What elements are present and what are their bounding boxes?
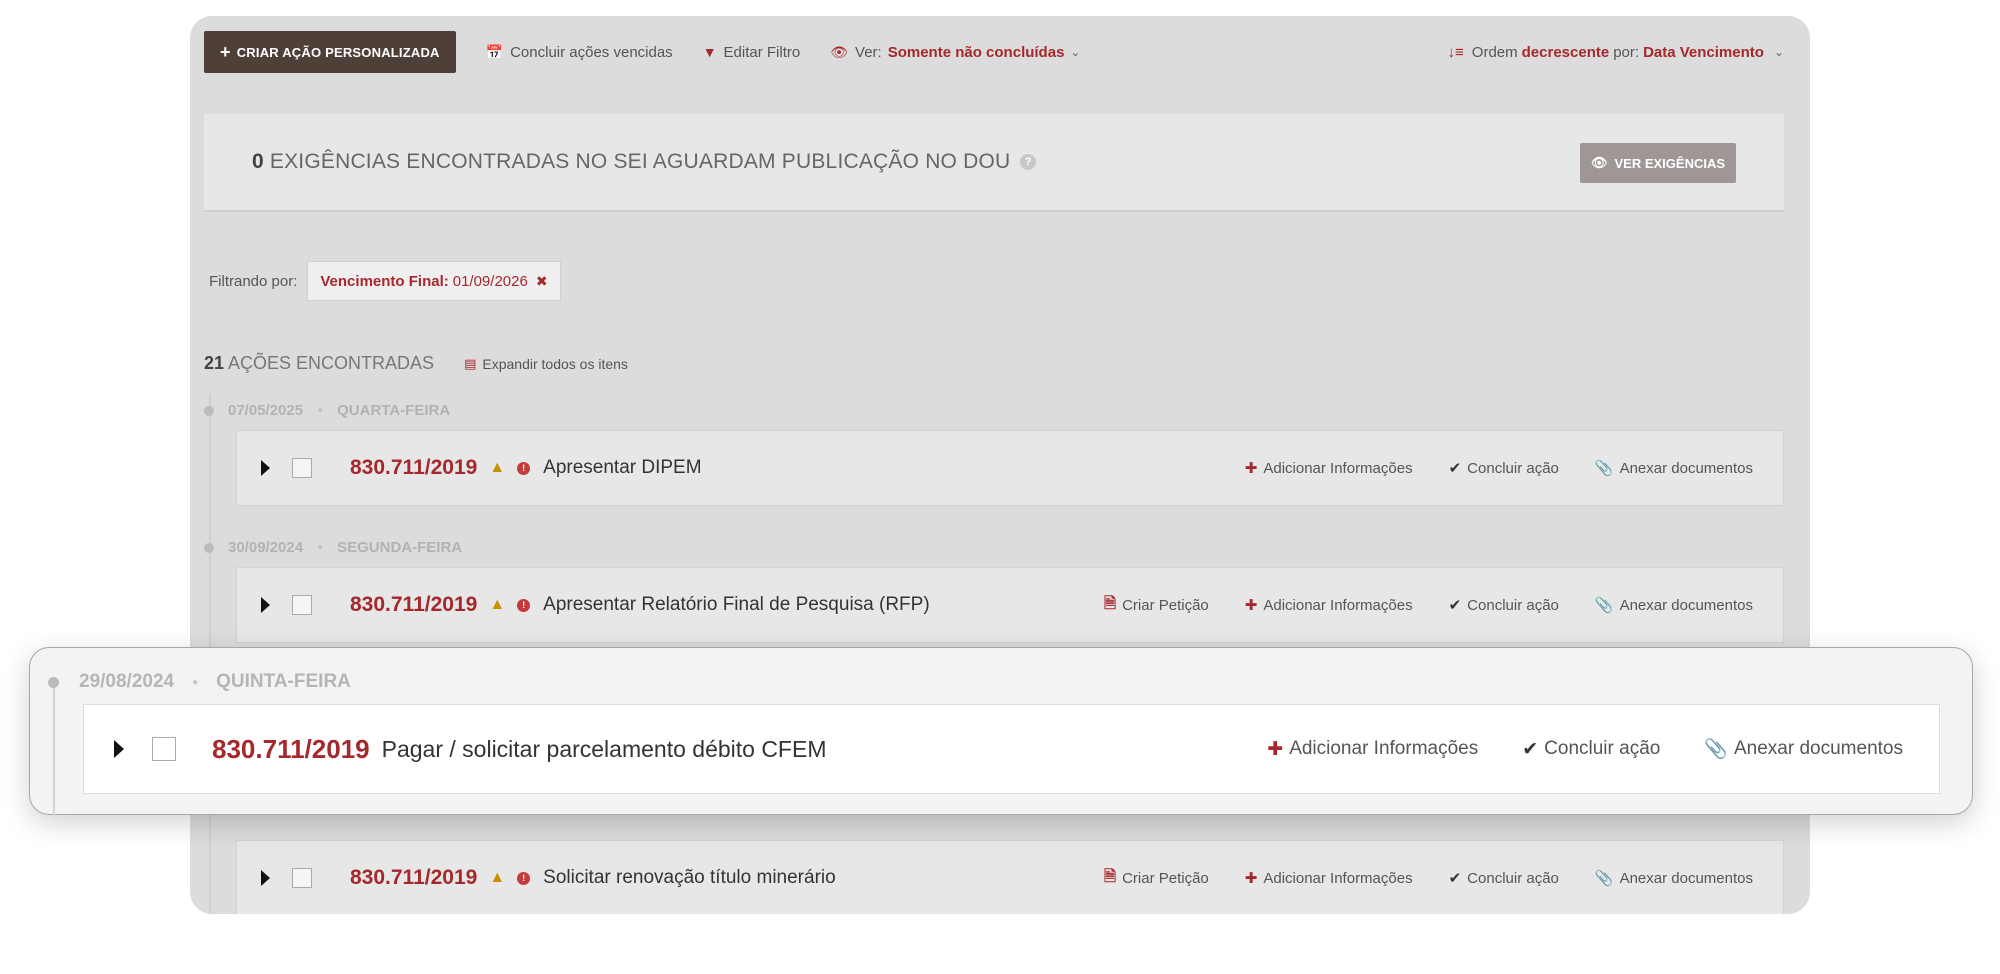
chevron-down-icon: ⌄ (1773, 45, 1784, 59)
plus-icon: + (220, 41, 231, 62)
paperclip-icon: 📎 (1594, 460, 1614, 477)
exigencias-text: 0 EXIGÊNCIAS ENCONTRADAS NO SEI AGUARDAM … (252, 150, 1037, 174)
date-header: 29/08/2024 ● QUINTA-FEIRA (48, 671, 351, 693)
date-header: 30/09/2024 ● SEGUNDA-FEIRA (204, 539, 462, 556)
plus-icon: ✚ (1244, 597, 1258, 614)
highlighted-action-group: 29/08/2024 ● QUINTA-FEIRA 830.711/2019 P… (29, 647, 1973, 815)
plus-icon: ✚ (1244, 460, 1258, 477)
check-icon: ✔ (1448, 460, 1462, 477)
conclude-action-button[interactable]: ✔ Concluir ação (1448, 869, 1559, 888)
attach-documents-button[interactable]: 📎 Anexar documentos (1704, 737, 1903, 761)
row-checkbox[interactable] (152, 737, 176, 761)
expand-all-link[interactable]: ▤ Expandir todos os itens (464, 356, 628, 372)
view-dropdown[interactable]: 👁 Ver: Somente não concluídas ⌄ (830, 44, 1080, 61)
attach-documents-button[interactable]: 📎 Anexar documentos (1594, 869, 1753, 888)
active-filters: Filtrando por: Vencimento Final: 01/09/2… (209, 261, 561, 301)
conclude-action-button[interactable]: ✔ Concluir ação (1448, 459, 1559, 478)
expand-caret-icon[interactable] (261, 870, 270, 886)
action-row: 830.711/2019 ▲ ! Solicitar renovação tít… (236, 840, 1784, 914)
eye-icon: 👁 (1590, 155, 1608, 170)
filter-icon: ▼ (702, 44, 717, 60)
process-number[interactable]: 830.711/2019 (350, 866, 477, 890)
attach-documents-button[interactable]: 📎 Anexar documentos (1594, 459, 1753, 478)
help-icon[interactable]: ? (1020, 154, 1037, 171)
date-header: 07/05/2025 ● QUARTA-FEIRA (204, 402, 450, 419)
calendar-check-icon: 📅 (485, 43, 504, 60)
pdf-document-icon: 🗎 (1104, 867, 1117, 885)
sort-desc-icon: ↓≡ (1447, 43, 1464, 61)
conclude-overdue-button[interactable]: 📅 Concluir ações vencidas (486, 44, 673, 61)
add-info-button[interactable]: ✚ Adicionar Informações (1244, 459, 1413, 478)
order-dropdown[interactable]: ↓≡ Ordem decrescente por: Data Venciment… (1448, 44, 1784, 61)
warning-icon: ▲ (489, 869, 506, 886)
conclude-action-button[interactable]: ✔ Concluir ação (1448, 596, 1559, 615)
action-row: 830.711/2019 Pagar / solicitar parcelame… (83, 704, 1940, 794)
plus-icon: ✚ (1267, 738, 1284, 760)
alert-icon: ! (517, 598, 531, 612)
timeline-dot (204, 542, 214, 553)
action-title: Pagar / solicitar parcelamento débito CF… (381, 735, 827, 762)
check-icon: ✔ (1448, 870, 1462, 887)
plus-icon: ✚ (1244, 870, 1258, 887)
conclude-action-button[interactable]: ✔ Concluir ação (1522, 738, 1660, 761)
add-info-button[interactable]: ✚ Adicionar Informações (1267, 738, 1478, 761)
pdf-document-icon: 🗎 (1104, 594, 1117, 612)
paperclip-icon: 📎 (1594, 870, 1614, 887)
action-title: Apresentar DIPEM (543, 457, 702, 478)
chevron-down-icon: ⌄ (1070, 45, 1081, 59)
add-info-button[interactable]: ✚ Adicionar Informações (1244, 869, 1413, 888)
exigencias-box: 0 EXIGÊNCIAS ENCONTRADAS NO SEI AGUARDAM … (204, 114, 1784, 212)
row-checkbox[interactable] (292, 458, 312, 478)
expand-caret-icon[interactable] (261, 597, 270, 613)
timeline-dot (48, 676, 59, 688)
expand-caret-icon[interactable] (114, 740, 124, 758)
warning-icon: ▲ (489, 459, 506, 476)
create-petition-button[interactable]: 🗎 Criar Petição (1104, 866, 1209, 891)
action-title: Solicitar renovação título minerário (543, 867, 836, 888)
toolbar: + CRIAR AÇÃO PERSONALIZADA 📅 Concluir aç… (204, 30, 1784, 74)
row-checkbox[interactable] (292, 595, 312, 615)
paperclip-icon: 📎 (1704, 739, 1728, 760)
process-number[interactable]: 830.711/2019 (212, 734, 370, 765)
timeline-dot (204, 405, 214, 416)
paperclip-icon: 📎 (1594, 597, 1614, 614)
process-number[interactable]: 830.711/2019 (350, 456, 477, 480)
create-custom-action-button[interactable]: + CRIAR AÇÃO PERSONALIZADA (204, 31, 456, 73)
results-header: 21 AÇÕES ENCONTRADAS ▤ Expandir todos os … (204, 353, 628, 373)
action-row: 830.711/2019 ▲ ! Apresentar DIPEM ✚ Adici… (236, 430, 1784, 506)
edit-filter-button[interactable]: ▼ Editar Filtro (703, 44, 801, 61)
filter-chip: Vencimento Final: 01/09/2026 ✖ (307, 261, 561, 301)
add-info-button[interactable]: ✚ Adicionar Informações (1244, 596, 1413, 615)
expand-caret-icon[interactable] (261, 460, 270, 476)
row-checkbox[interactable] (292, 868, 312, 888)
check-icon: ✔ (1448, 597, 1462, 614)
attach-documents-button[interactable]: 📎 Anexar documentos (1594, 596, 1753, 615)
action-row: 830.711/2019 ▲ ! Apresentar Relatório Fi… (236, 567, 1784, 643)
warning-icon: ▲ (489, 596, 506, 613)
create-petition-button[interactable]: 🗎 Criar Petição (1104, 593, 1209, 618)
check-icon: ✔ (1522, 738, 1539, 760)
alert-icon: ! (517, 871, 531, 885)
action-title: Apresentar Relatório Final de Pesquisa (… (543, 594, 930, 615)
remove-filter-icon[interactable]: ✖ (536, 273, 548, 290)
list-icon: ▤ (464, 355, 477, 371)
view-exigencias-button[interactable]: 👁 VER EXIGÊNCIAS (1580, 143, 1736, 183)
alert-icon: ! (517, 461, 531, 475)
timeline-line (53, 684, 55, 815)
eye-icon: 👁 (830, 43, 849, 60)
process-number[interactable]: 830.711/2019 (350, 593, 477, 617)
